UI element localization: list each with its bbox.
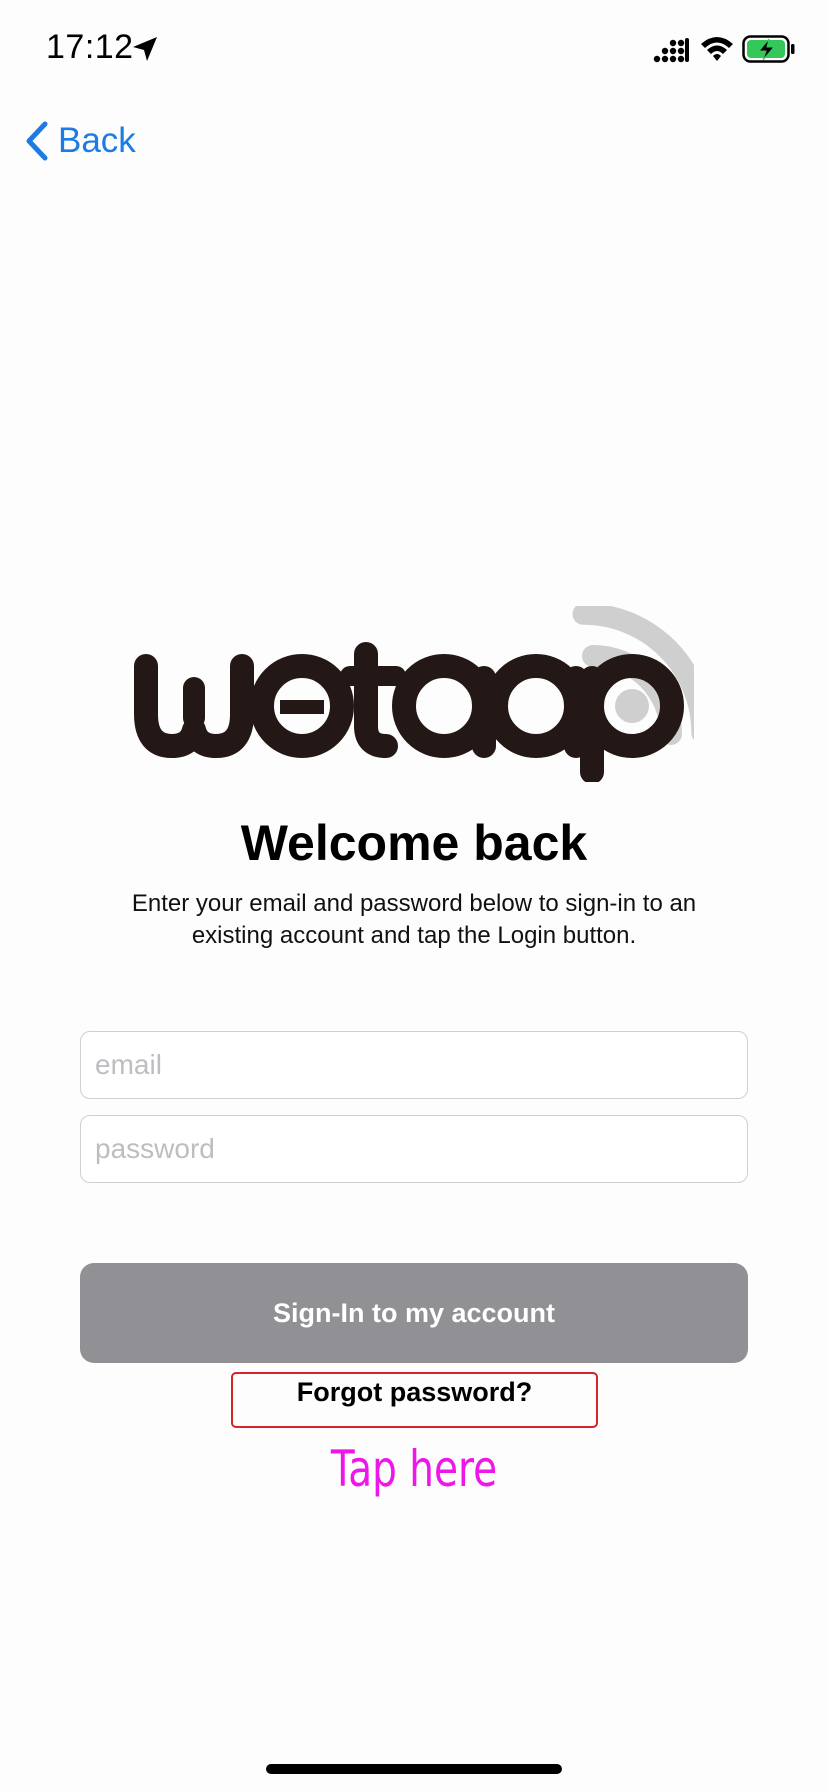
home-indicator (266, 1764, 562, 1774)
back-label: Back (58, 121, 136, 160)
battery-charging-icon (742, 35, 795, 63)
back-button[interactable]: Back (24, 118, 136, 164)
location-arrow-icon (133, 37, 157, 61)
login-screen: 17:12 Back Welcome back Enter your email… (0, 0, 828, 1792)
cellular-signal-icon (653, 38, 689, 63)
wifi-icon (701, 37, 733, 61)
page-title: Welcome back (240, 815, 588, 871)
email-field[interactable] (80, 1031, 748, 1099)
sign-in-button[interactable]: Sign-In to my account (80, 1263, 748, 1363)
wetaap-logo (134, 606, 694, 782)
status-time: 17:12 (46, 28, 134, 66)
password-field[interactable] (80, 1115, 748, 1183)
forgot-password-link[interactable]: Forgot password? (231, 1377, 598, 1408)
chevron-left-icon (26, 121, 48, 161)
page-subtitle: Enter your email and password below to s… (131, 890, 697, 949)
tap-here-annotation: Tap here (330, 1440, 498, 1498)
